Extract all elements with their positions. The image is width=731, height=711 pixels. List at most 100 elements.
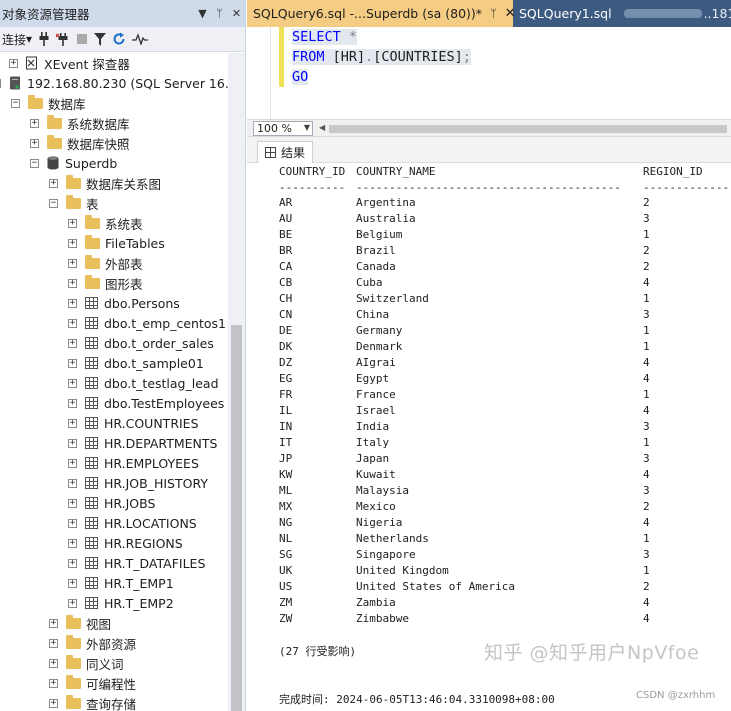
expand-icon[interactable]: +	[49, 178, 58, 188]
table-row[interactable]: EG Egypt 4	[247, 371, 731, 387]
pin-icon[interactable]: ᛘ	[490, 7, 497, 20]
expand-icon[interactable]: +	[68, 558, 77, 568]
tree-node-server[interactable]: − 192.168.80.230 (SQL Server 16.0.4	[0, 73, 228, 93]
expand-icon[interactable]: +	[49, 678, 58, 688]
collapse-icon[interactable]: −	[30, 158, 39, 168]
tree-node-system-databases[interactable]: + 系统数据库	[30, 113, 130, 133]
tree-node-table[interactable]: + dbo.t_testlag_lead	[68, 373, 219, 393]
query-editor[interactable]: SELECT * FROM [HR].[COUNTRIES]; GO	[247, 27, 731, 119]
tree-node-external-resources[interactable]: + 外部资源	[49, 633, 136, 653]
explorer-scrollbar-thumb[interactable]	[231, 325, 242, 711]
tree-node-table[interactable]: + HR.JOB_HISTORY	[68, 473, 208, 493]
tab-sqlquery1[interactable]: SQLQuery1.sql ..181))	[513, 0, 731, 27]
tree-node-synonyms[interactable]: + 同义词	[49, 653, 124, 673]
tree-node-table[interactable]: + dbo.t_emp_centos1	[68, 313, 226, 333]
expand-icon[interactable]: +	[68, 238, 77, 248]
table-row[interactable]: SG Singapore 3	[247, 547, 731, 563]
code-line-1[interactable]: SELECT *	[292, 27, 358, 47]
tree-node-table[interactable]: + dbo.TestEmployees	[68, 393, 224, 413]
disconnect-plug-icon[interactable]	[56, 30, 70, 48]
table-row[interactable]: IL Israel 4	[247, 403, 731, 419]
expand-icon[interactable]: +	[68, 518, 77, 528]
pin-icon[interactable]: ᛘ	[211, 7, 228, 20]
expand-icon[interactable]: +	[68, 478, 77, 488]
expand-icon[interactable]: +	[68, 538, 77, 548]
tree-node-filetables[interactable]: + FileTables	[68, 233, 165, 253]
explorer-scrollbar[interactable]	[228, 53, 245, 711]
table-row[interactable]: CN China 3	[247, 307, 731, 323]
table-row[interactable]: NL Netherlands 1	[247, 531, 731, 547]
collapse-icon[interactable]: −	[49, 198, 58, 208]
horizontal-scrollbar-thumb[interactable]	[329, 125, 727, 133]
expand-icon[interactable]: +	[49, 638, 58, 648]
table-row[interactable]: ZW Zimbabwe 4	[247, 611, 731, 627]
stop-icon[interactable]	[76, 30, 88, 48]
expand-icon[interactable]: +	[30, 138, 39, 148]
tree-node-table[interactable]: + dbo.t_sample01	[68, 353, 204, 373]
expand-icon[interactable]: +	[68, 258, 77, 268]
tree-node-tables[interactable]: − 表	[49, 193, 99, 213]
collapse-icon[interactable]: −	[0, 78, 1, 88]
tree-node-table[interactable]: + HR.EMPLOYEES	[68, 453, 199, 473]
tree-node-table[interactable]: + HR.T_EMP1	[68, 573, 174, 593]
table-row[interactable]: DK Denmark 1	[247, 339, 731, 355]
table-row[interactable]: AU Australia 3	[247, 211, 731, 227]
tree-node-databases[interactable]: − 数据库	[11, 93, 86, 113]
tree-node-superdb[interactable]: − Superdb	[30, 153, 117, 173]
tree-node-table[interactable]: + HR.REGIONS	[68, 533, 183, 553]
expand-icon[interactable]: +	[49, 698, 58, 708]
expand-icon[interactable]: +	[68, 598, 77, 608]
expand-icon[interactable]: +	[68, 378, 77, 388]
expand-icon[interactable]: +	[68, 418, 77, 428]
expand-icon[interactable]: +	[68, 438, 77, 448]
collapse-icon[interactable]: −	[11, 98, 20, 108]
scroll-left-icon[interactable]: ◀	[319, 123, 325, 132]
tree-node-table[interactable]: + HR.DEPARTMENTS	[68, 433, 217, 453]
table-row[interactable]: BE Belgium 1	[247, 227, 731, 243]
table-row[interactable]: DZ AIgrai 4	[247, 355, 731, 371]
tree-node-table[interactable]: + dbo.t_order_sales	[68, 333, 214, 353]
table-row[interactable]: ZM Zambia 4	[247, 595, 731, 611]
table-row[interactable]: CB Cuba 4	[247, 275, 731, 291]
tree-node-query-store[interactable]: + 查询存储	[49, 693, 136, 711]
tree-node-database-diagrams[interactable]: + 数据库关系图	[49, 173, 161, 193]
table-row[interactable]: ML Malaysia 3	[247, 483, 731, 499]
table-row[interactable]: DE Germany 1	[247, 323, 731, 339]
tree-node-programmability[interactable]: + 可编程性	[49, 673, 136, 693]
tree-node-external-tables[interactable]: + 外部表	[68, 253, 143, 273]
expand-icon[interactable]: +	[49, 618, 58, 628]
expand-icon[interactable]: +	[68, 278, 77, 288]
table-row[interactable]: IT Italy 1	[247, 435, 731, 451]
tree-node-database-snapshots[interactable]: + 数据库快照	[30, 133, 130, 153]
zoom-select[interactable]: 100 % ▼	[253, 121, 313, 136]
dropdown-arrow-icon[interactable]: ▼	[194, 7, 211, 20]
table-row[interactable]: UK United Kingdom 1	[247, 563, 731, 579]
table-row[interactable]: MX Mexico 2	[247, 499, 731, 515]
tree-node-table[interactable]: + dbo.Persons	[68, 293, 180, 313]
tab-sqlquery6[interactable]: SQLQuery6.sql -...Superdb (sa (80))* ᛘ ✕	[247, 0, 516, 27]
table-row[interactable]: JP Japan 3	[247, 451, 731, 467]
connect-plug-icon[interactable]	[38, 30, 50, 48]
tree-node-system-tables[interactable]: + 系统表	[68, 213, 143, 233]
table-row[interactable]: CH Switzerland 1	[247, 291, 731, 307]
refresh-icon[interactable]	[112, 30, 126, 48]
table-row[interactable]: US United States of America 2	[247, 579, 731, 595]
tree-node-xevent-profiler[interactable]: + XEvent 探查器	[9, 53, 130, 73]
table-row[interactable]: FR France 1	[247, 387, 731, 403]
table-row[interactable]: AR Argentina 2	[247, 195, 731, 211]
tree-node-views[interactable]: + 视图	[49, 613, 111, 633]
close-icon[interactable]: ✕	[228, 7, 245, 20]
expand-icon[interactable]: +	[68, 318, 77, 328]
tab-results[interactable]: 结果	[257, 141, 314, 163]
expand-icon[interactable]: +	[9, 58, 18, 68]
activity-monitor-icon[interactable]	[132, 30, 149, 48]
table-row[interactable]: NG Nigeria 4	[247, 515, 731, 531]
tree-node-table[interactable]: + HR.COUNTRIES	[68, 413, 199, 433]
expand-icon[interactable]: +	[68, 578, 77, 588]
expand-icon[interactable]: +	[68, 218, 77, 228]
table-row[interactable]: KW Kuwait 4	[247, 467, 731, 483]
expand-icon[interactable]: +	[68, 338, 77, 348]
code-line-2[interactable]: FROM [HR].[COUNTRIES];	[292, 47, 471, 67]
tree-node-table[interactable]: + HR.T_EMP2	[68, 593, 174, 613]
tree-node-table[interactable]: + HR.T_DATAFILES	[68, 553, 205, 573]
